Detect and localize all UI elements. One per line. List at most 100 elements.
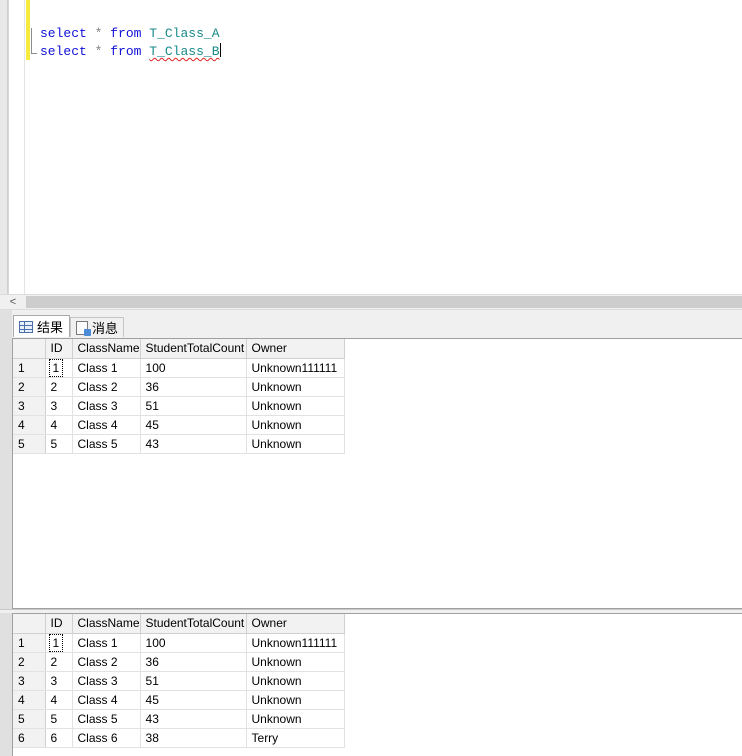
tab-results[interactable]: 结果 [13, 315, 70, 337]
cell-id[interactable]: 2 [45, 377, 73, 397]
row-number[interactable]: 2 [13, 377, 46, 397]
selected-cell-value: 1 [48, 358, 64, 377]
row-number[interactable]: 5 [13, 709, 46, 729]
row-number[interactable]: 5 [13, 434, 46, 454]
cell-owner[interactable]: Unknown111111 [246, 633, 345, 653]
cell-studenttotalcount[interactable]: 100 [140, 358, 247, 378]
cell-classname[interactable]: Class 1 [72, 358, 141, 378]
table-row[interactable]: 5 5 Class 5 43 Unknown [13, 709, 345, 729]
cell-owner[interactable]: Unknown111111 [246, 358, 345, 378]
cell-classname[interactable]: Class 5 [72, 709, 141, 729]
code-line-2[interactable]: select * from T_Class_B [40, 43, 221, 59]
cell-owner[interactable]: Unknown [246, 377, 345, 397]
table-row[interactable]: 3 3 Class 3 51 Unknown [13, 671, 345, 691]
cell-classname[interactable]: Class 2 [72, 652, 141, 672]
row-number[interactable]: 4 [13, 415, 46, 435]
row-number[interactable]: 1 [13, 358, 46, 378]
row-number[interactable]: 2 [13, 652, 46, 672]
cell-classname[interactable]: Class 4 [72, 415, 141, 435]
scrollbar-thumb[interactable] [26, 296, 742, 308]
cell-classname[interactable]: Class 2 [72, 377, 141, 397]
code-line-1[interactable]: select * from T_Class_A [40, 26, 220, 42]
column-header-owner[interactable]: Owner [246, 339, 345, 359]
column-header-studenttotalcount[interactable]: StudentTotalCount [140, 614, 247, 634]
grid-corner[interactable] [13, 339, 46, 359]
row-number[interactable]: 6 [13, 728, 46, 748]
column-header-studenttotalcount[interactable]: StudentTotalCount [140, 339, 247, 359]
cell-classname[interactable]: Class 6 [72, 728, 141, 748]
table-row[interactable]: 4 4 Class 4 45 Unknown [13, 690, 345, 710]
editor-margin [0, 0, 8, 294]
cell-id[interactable]: 6 [45, 728, 73, 748]
table-row[interactable]: 1 1 Class 1 100 Unknown111111 [13, 633, 345, 653]
result-grid-1[interactable]: ID ClassName StudentTotalCount Owner 1 1… [12, 338, 742, 609]
column-header-owner[interactable]: Owner [246, 614, 345, 634]
cell-classname[interactable]: Class 5 [72, 434, 141, 454]
cell-studenttotalcount[interactable]: 36 [140, 377, 247, 397]
change-tracking-bar [26, 0, 30, 60]
cell-studenttotalcount[interactable]: 45 [140, 415, 247, 435]
cell-studenttotalcount[interactable]: 45 [140, 690, 247, 710]
cell-id[interactable]: 3 [45, 671, 73, 691]
header-row: ID ClassName StudentTotalCount Owner [13, 614, 345, 634]
cell-owner[interactable]: Unknown [246, 652, 345, 672]
table-row[interactable]: 2 2 Class 2 36 Unknown [13, 652, 345, 672]
cell-id[interactable]: 2 [45, 652, 73, 672]
keyword-select: select [40, 44, 87, 59]
table-row[interactable]: 4 4 Class 4 45 Unknown [13, 415, 345, 435]
column-header-id[interactable]: ID [45, 614, 73, 634]
scroll-left-arrow-icon[interactable]: < [0, 295, 26, 309]
grid-corner[interactable] [13, 614, 46, 634]
cell-id[interactable]: 4 [45, 415, 73, 435]
cell-id[interactable]: 1 [45, 633, 73, 653]
cell-classname[interactable]: Class 3 [72, 396, 141, 416]
table-row[interactable]: 6 6 Class 6 38 Terry [13, 728, 345, 748]
results-left-margin [0, 310, 12, 610]
cell-id[interactable]: 4 [45, 690, 73, 710]
cell-classname[interactable]: Class 3 [72, 671, 141, 691]
tab-messages-label: 消息 [92, 321, 119, 336]
editor-horizontal-scrollbar[interactable]: < [0, 294, 742, 310]
row-number[interactable]: 3 [13, 396, 46, 416]
row-number[interactable]: 3 [13, 671, 46, 691]
cell-id[interactable]: 1 [45, 358, 73, 378]
cell-owner[interactable]: Unknown [246, 709, 345, 729]
tab-messages[interactable]: 消息 [70, 317, 124, 337]
cell-owner[interactable]: Unknown [246, 671, 345, 691]
table-row[interactable]: 1 1 Class 1 100 Unknown111111 [13, 358, 345, 378]
table-row[interactable]: 2 2 Class 2 36 Unknown [13, 377, 345, 397]
operator-star: * [94, 44, 103, 59]
table-name: T_Class_A [149, 26, 220, 41]
cell-studenttotalcount[interactable]: 36 [140, 652, 247, 672]
cell-studenttotalcount[interactable]: 43 [140, 434, 247, 454]
keyword-from: from [110, 44, 142, 59]
cell-classname[interactable]: Class 4 [72, 690, 141, 710]
column-header-classname[interactable]: ClassName [72, 339, 141, 359]
cell-id[interactable]: 5 [45, 709, 73, 729]
query-editor[interactable]: select * from T_Class_A select * from T_… [0, 0, 742, 294]
results-grid-icon [19, 320, 33, 333]
cell-classname[interactable]: Class 1 [72, 633, 141, 653]
cell-id[interactable]: 5 [45, 434, 73, 454]
cell-studenttotalcount[interactable]: 51 [140, 671, 247, 691]
cell-owner[interactable]: Unknown [246, 434, 345, 454]
row-number[interactable]: 1 [13, 633, 46, 653]
outline-collapse-marker[interactable] [31, 28, 37, 54]
column-header-classname[interactable]: ClassName [72, 614, 141, 634]
cell-owner[interactable]: Unknown [246, 690, 345, 710]
keyword-select: select [40, 26, 87, 41]
result-grid-2[interactable]: ID ClassName StudentTotalCount Owner 1 1… [12, 613, 742, 756]
cell-studenttotalcount[interactable]: 43 [140, 709, 247, 729]
cell-owner[interactable]: Unknown [246, 396, 345, 416]
table-row[interactable]: 3 3 Class 3 51 Unknown [13, 396, 345, 416]
cell-owner[interactable]: Terry [246, 728, 345, 748]
table-row[interactable]: 5 5 Class 5 43 Unknown [13, 434, 345, 454]
cell-studenttotalcount[interactable]: 38 [140, 728, 247, 748]
row-number[interactable]: 4 [13, 690, 46, 710]
cell-id[interactable]: 3 [45, 396, 73, 416]
column-header-id[interactable]: ID [45, 339, 73, 359]
selected-cell-value: 1 [48, 633, 64, 652]
cell-owner[interactable]: Unknown [246, 415, 345, 435]
cell-studenttotalcount[interactable]: 51 [140, 396, 247, 416]
cell-studenttotalcount[interactable]: 100 [140, 633, 247, 653]
